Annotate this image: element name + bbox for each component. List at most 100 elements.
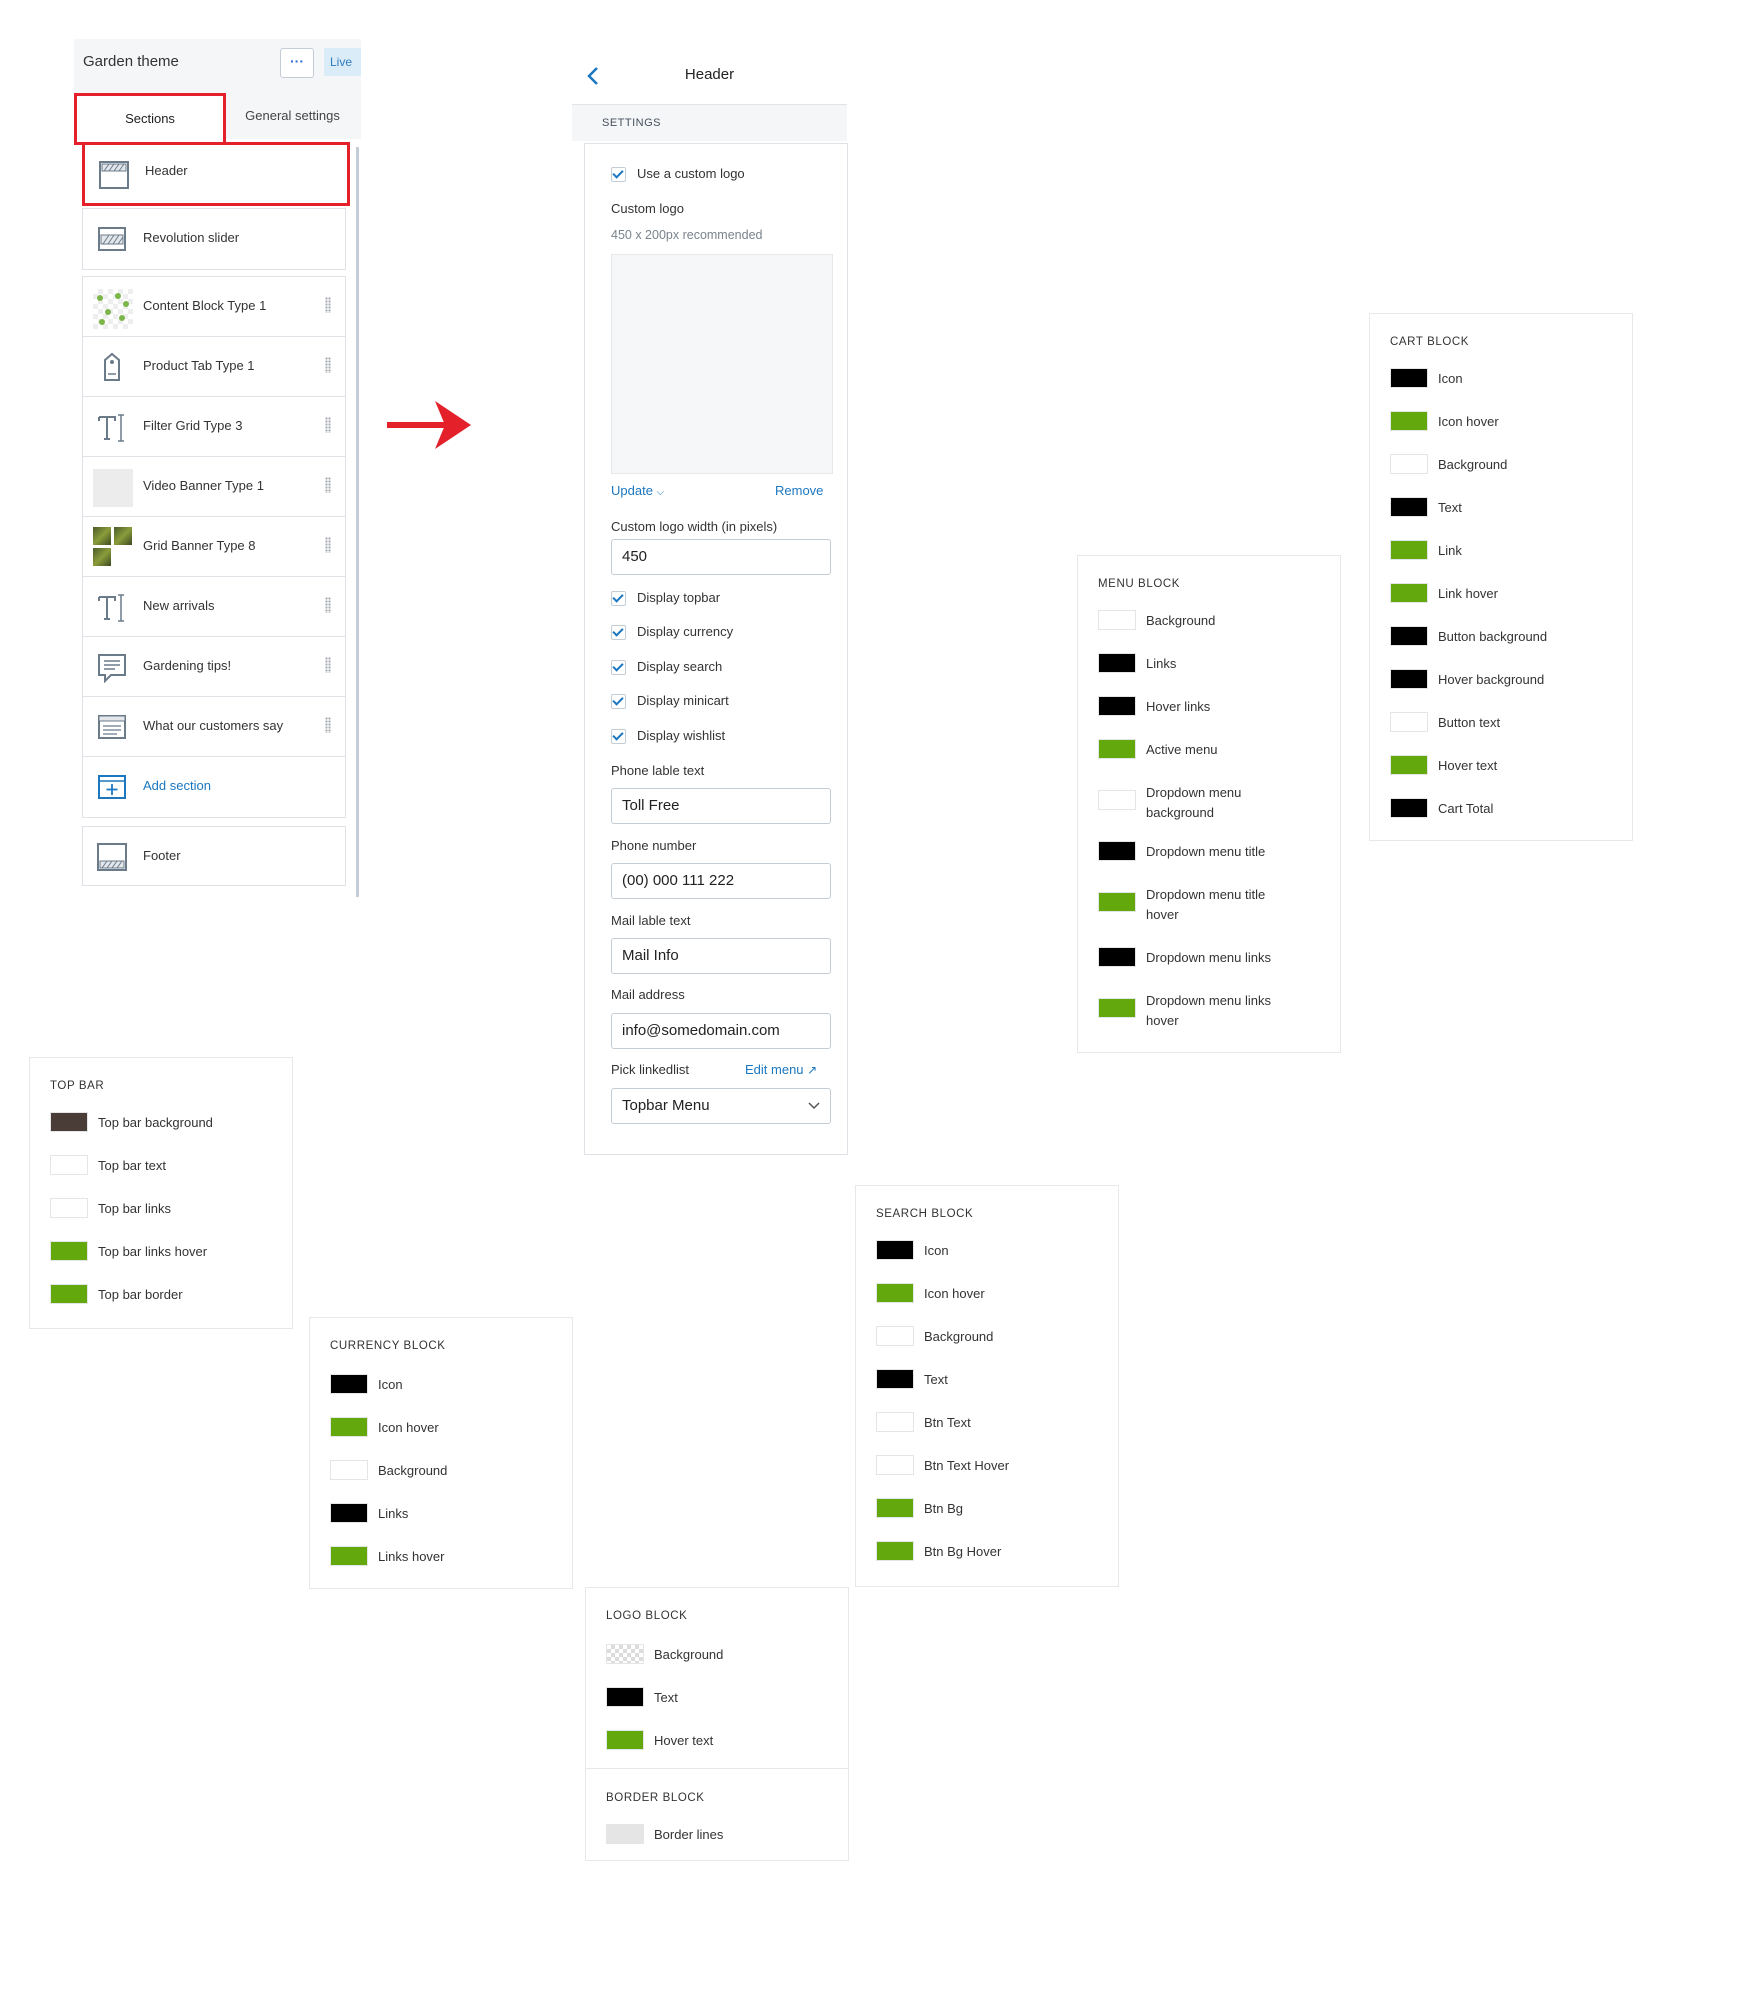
color-swatch[interactable]	[1390, 583, 1428, 603]
section-item-new-arrivals[interactable]: New arrivals	[82, 576, 346, 638]
color-swatch[interactable]	[606, 1687, 644, 1707]
more-actions-button[interactable]: ···	[280, 48, 314, 78]
section-item-grid-banner[interactable]: Grid Banner Type 8	[82, 516, 346, 578]
phone-number-label: Phone number	[611, 838, 697, 853]
color-swatch[interactable]	[1390, 712, 1428, 732]
color-row-label: Icon hover	[378, 1420, 439, 1435]
use-custom-logo-checkbox[interactable]	[611, 167, 626, 182]
tab-general-settings[interactable]: General settings	[224, 93, 361, 139]
drag-handle-icon[interactable]	[325, 717, 331, 733]
linklist-select[interactable]: Topbar Menu	[611, 1088, 831, 1124]
color-swatch[interactable]	[876, 1455, 914, 1475]
color-swatch[interactable]	[876, 1412, 914, 1432]
sections-scrollbar[interactable]	[356, 147, 359, 897]
remove-logo-link[interactable]: Remove	[775, 483, 823, 498]
block-divider	[586, 1768, 848, 1769]
color-swatch[interactable]	[330, 1417, 368, 1437]
blog-icon	[98, 654, 126, 683]
color-swatch[interactable]	[876, 1541, 914, 1561]
mail-address-input[interactable]: info@somedomain.com	[611, 1013, 831, 1049]
color-row-label: Hover links	[1146, 699, 1211, 714]
search-block: SEARCH BLOCK Icon Icon hover Background …	[856, 1186, 1118, 1586]
section-label: New arrivals	[143, 598, 215, 613]
phone-number-input[interactable]: (00) 000 111 222	[611, 863, 831, 899]
color-swatch[interactable]	[330, 1546, 368, 1566]
theme-title: Garden theme	[83, 53, 179, 70]
drag-handle-icon[interactable]	[325, 477, 331, 493]
color-swatch[interactable]	[1098, 998, 1136, 1018]
logo-image-preview[interactable]	[611, 254, 833, 474]
color-swatch[interactable]	[1098, 696, 1136, 716]
color-row-label: Button background	[1438, 629, 1548, 644]
drag-handle-icon[interactable]	[325, 357, 331, 373]
color-row-label: Top bar links hover	[98, 1244, 208, 1259]
display-search-checkbox[interactable]	[611, 660, 626, 675]
tab-sections[interactable]: Sections	[74, 93, 226, 145]
color-swatch[interactable]	[1098, 790, 1136, 810]
color-row-label: Link hover	[1438, 586, 1498, 601]
drag-handle-icon[interactable]	[325, 297, 331, 313]
color-swatch[interactable]	[50, 1198, 88, 1218]
edit-menu-link[interactable]: Edit menu ↗	[745, 1062, 817, 1077]
block-title: MENU BLOCK	[1098, 578, 1181, 590]
section-item-gardening-tips[interactable]: Gardening tips!	[82, 636, 346, 698]
color-swatch[interactable]	[50, 1241, 88, 1261]
section-item-testimonials[interactable]: What our customers say	[82, 696, 346, 758]
color-swatch[interactable]	[1390, 368, 1428, 388]
color-swatch[interactable]	[606, 1824, 644, 1844]
theme-sections-panel: Garden theme ··· Live Sections General s…	[74, 39, 361, 909]
drag-handle-icon[interactable]	[325, 417, 331, 433]
section-item-product-tab[interactable]: Product Tab Type 1	[82, 336, 346, 398]
section-item-footer[interactable]: Footer	[82, 826, 346, 886]
color-swatch[interactable]	[1098, 610, 1136, 630]
add-section-button[interactable]: Add section	[82, 756, 346, 818]
display-currency-checkbox[interactable]	[611, 625, 626, 640]
color-swatch[interactable]	[1390, 540, 1428, 560]
color-swatch[interactable]	[1390, 669, 1428, 689]
update-logo-link[interactable]: Update ⌵	[611, 483, 664, 498]
chevron-down-icon: ⌵	[656, 487, 665, 498]
section-item-revolution-slider[interactable]: Revolution slider	[82, 208, 346, 270]
section-item-filter-grid[interactable]: Filter Grid Type 3	[82, 396, 346, 458]
color-swatch[interactable]	[1390, 755, 1428, 775]
color-swatch[interactable]	[1390, 411, 1428, 431]
logo-width-input[interactable]: 450	[611, 539, 831, 575]
drag-handle-icon[interactable]	[325, 657, 331, 673]
color-swatch[interactable]	[876, 1369, 914, 1389]
color-swatch[interactable]	[330, 1460, 368, 1480]
display-topbar-checkbox[interactable]	[611, 591, 626, 606]
color-swatch[interactable]	[1098, 841, 1136, 861]
section-label: Content Block Type 1	[143, 298, 267, 313]
color-swatch[interactable]	[330, 1503, 368, 1523]
section-label: Gardening tips!	[143, 658, 232, 673]
display-wishlist-checkbox[interactable]	[611, 729, 626, 744]
color-swatch[interactable]	[1098, 653, 1136, 673]
phone-label-input[interactable]: Toll Free	[611, 788, 831, 824]
color-swatch[interactable]	[606, 1730, 644, 1750]
section-item-video-banner[interactable]: Video Banner Type 1	[82, 456, 346, 518]
color-swatch[interactable]	[1098, 739, 1136, 759]
transparent-color-swatch[interactable]	[606, 1644, 644, 1664]
color-swatch[interactable]	[330, 1374, 368, 1394]
color-swatch[interactable]	[876, 1498, 914, 1518]
color-swatch[interactable]	[1098, 892, 1136, 912]
color-swatch[interactable]	[1390, 454, 1428, 474]
section-item-content-block[interactable]: Content Block Type 1	[82, 276, 346, 338]
color-swatch[interactable]	[50, 1284, 88, 1304]
display-minicart-checkbox[interactable]	[611, 694, 626, 709]
drag-handle-icon[interactable]	[325, 537, 331, 553]
drag-handle-icon[interactable]	[325, 597, 331, 613]
display-currency-label: Display currency	[637, 624, 734, 639]
mail-label-input[interactable]: Mail Info	[611, 938, 831, 974]
color-swatch[interactable]	[876, 1240, 914, 1260]
color-swatch[interactable]	[50, 1112, 88, 1132]
section-item-header[interactable]: Header	[82, 142, 350, 206]
color-swatch[interactable]	[1390, 626, 1428, 646]
color-swatch[interactable]	[1390, 497, 1428, 517]
color-swatch[interactable]	[1390, 798, 1428, 818]
block-title: SEARCH BLOCK	[876, 1208, 974, 1220]
color-swatch[interactable]	[1098, 947, 1136, 967]
color-swatch[interactable]	[50, 1155, 88, 1175]
color-swatch[interactable]	[876, 1326, 914, 1346]
color-swatch[interactable]	[876, 1283, 914, 1303]
